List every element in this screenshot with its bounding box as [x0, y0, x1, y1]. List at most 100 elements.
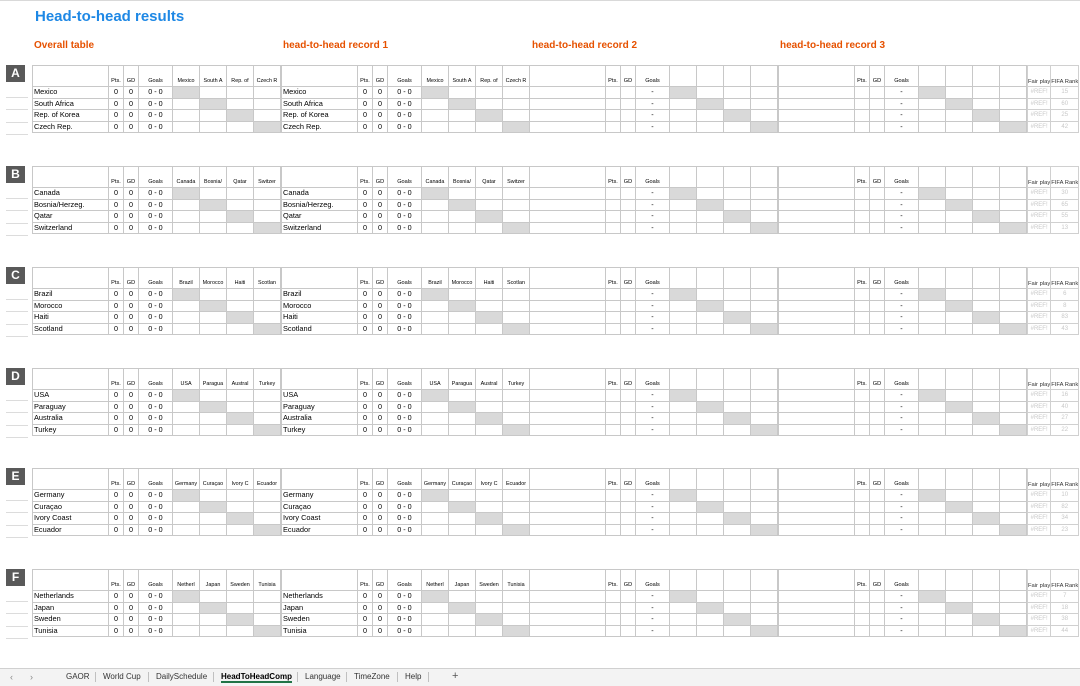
team-goals: 0 - 0 — [138, 120, 173, 133]
tab-timezone[interactable]: TimeZone — [354, 672, 390, 681]
team-name — [778, 322, 855, 335]
fair-play-value: #REF! — [1026, 97, 1052, 110]
team-points: 0 — [108, 86, 124, 99]
overall-table: Pts. GD Goals Netherl Japan Sweden Tunisia Neth… — [32, 569, 281, 637]
result-cell — [475, 187, 503, 200]
result-cell — [945, 423, 973, 436]
diagonal-cell — [723, 412, 751, 425]
team-points — [854, 613, 870, 626]
fifa-rank-value: 22 — [1050, 423, 1080, 436]
next-sheet-icon[interactable]: › — [30, 672, 33, 682]
result-cell — [253, 613, 281, 626]
team-points: 0 — [108, 198, 124, 211]
team-points — [605, 322, 621, 335]
team-name: Netherlands — [32, 590, 109, 603]
team-name: Mexico — [32, 86, 109, 99]
team-goal-difference: 0 — [372, 590, 388, 603]
team-points: 0 — [357, 412, 373, 425]
goals-header: Goals — [138, 65, 173, 87]
result-cell — [750, 288, 778, 301]
diagonal-cell — [750, 523, 778, 536]
result-cell — [723, 400, 751, 413]
goals-header: Goals — [387, 166, 422, 188]
diagonal-cell — [448, 198, 476, 211]
tab-help[interactable]: Help — [405, 672, 421, 681]
diagonal-cell — [172, 590, 200, 603]
fair-play-value: #REF! — [1026, 412, 1052, 425]
team-points: 0 — [357, 109, 373, 122]
result-cell — [502, 601, 530, 614]
prev-sheet-icon[interactable]: ‹ — [10, 672, 13, 682]
result-cell — [226, 400, 254, 413]
team-points: 0 — [357, 489, 373, 502]
gd-header: GD — [869, 368, 885, 390]
result-cell — [475, 590, 503, 603]
tab-gaor[interactable]: GAOR — [66, 672, 90, 681]
result-cell — [448, 590, 476, 603]
team-header — [281, 368, 358, 390]
fifa-rank-value: 18 — [1050, 601, 1080, 614]
team-name: Brazil — [281, 288, 358, 301]
team-goals: - — [884, 198, 919, 211]
result-cell — [475, 400, 503, 413]
team-goals: - — [884, 120, 919, 133]
fifa-rank-value: 10 — [1050, 489, 1080, 502]
fair-play-value: #REF! — [1026, 512, 1052, 525]
team-name: Scotland — [281, 322, 358, 335]
team-goal-difference — [620, 624, 636, 637]
diagonal-cell — [750, 423, 778, 436]
diagonal-cell — [253, 624, 281, 637]
result-cell — [918, 109, 946, 122]
team-points: 0 — [357, 86, 373, 99]
team-name — [778, 489, 855, 502]
team-points — [854, 400, 870, 413]
team-header — [281, 468, 358, 490]
fifa-rank-header: FIFA Rank — [1050, 368, 1080, 390]
opponent-header: Ivory C — [475, 468, 503, 490]
result-cell — [199, 613, 227, 626]
row-gutter — [6, 589, 28, 639]
opponent-header: Qatar — [226, 166, 254, 188]
opponent-header: Rep. of — [475, 65, 503, 87]
team-goals: - — [884, 322, 919, 335]
team-points — [854, 210, 870, 223]
team-points: 0 — [357, 624, 373, 637]
h2h-record-2-table: Pts. GD Goals - - - - — [529, 267, 778, 335]
tab-world-cup[interactable]: World Cup — [103, 672, 141, 681]
team-goals: 0 - 0 — [138, 613, 173, 626]
opponent-header: USA — [421, 368, 449, 390]
goals-header: Goals — [387, 368, 422, 390]
gd-header: GD — [869, 468, 885, 490]
diagonal-cell — [750, 221, 778, 234]
team-points: 0 — [108, 613, 124, 626]
team-name — [529, 210, 606, 223]
tab-language[interactable]: Language — [305, 672, 341, 681]
fifa-rank-value: 27 — [1050, 412, 1080, 425]
team-goals: 0 - 0 — [387, 97, 422, 110]
result-cell — [253, 288, 281, 301]
goals-header: Goals — [884, 166, 919, 188]
team-goals: 0 - 0 — [387, 423, 422, 436]
result-cell — [172, 423, 200, 436]
fifa-rank-value: 42 — [1050, 120, 1080, 133]
diagonal-cell — [999, 221, 1027, 234]
fifa-rank-value: 82 — [1050, 500, 1080, 513]
team-header — [778, 468, 855, 490]
team-goal-difference — [620, 590, 636, 603]
diagonal-cell — [945, 400, 973, 413]
team-header — [281, 267, 358, 289]
result-cell — [723, 221, 751, 234]
add-sheet-icon[interactable]: + — [452, 670, 458, 682]
team-points: 0 — [357, 198, 373, 211]
tab-daily-schedule[interactable]: DailySchedule — [156, 672, 207, 681]
team-name — [778, 311, 855, 324]
result-cell — [669, 299, 697, 312]
team-goal-difference — [869, 210, 885, 223]
diagonal-cell — [669, 590, 697, 603]
diagonal-cell — [669, 389, 697, 402]
opponent-header: South A — [448, 65, 476, 87]
result-cell — [750, 613, 778, 626]
fair-play-value: #REF! — [1026, 624, 1052, 637]
team-goal-difference: 0 — [372, 613, 388, 626]
tab-head-to-head-comp[interactable]: HeadToHeadComp — [221, 672, 292, 683]
